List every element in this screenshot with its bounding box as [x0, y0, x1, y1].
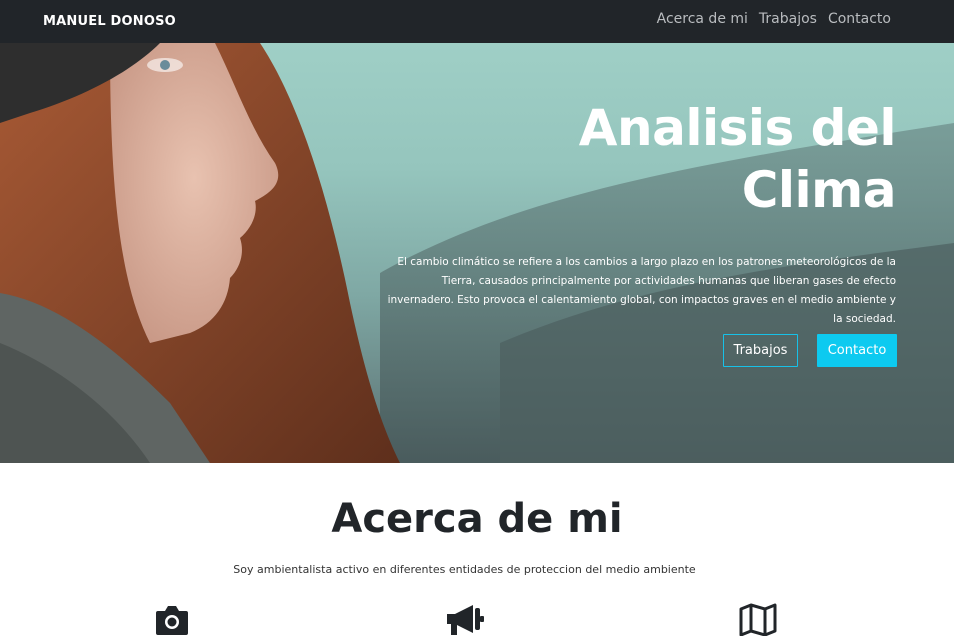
camera-icon — [156, 606, 188, 635]
nav-link-contact[interactable]: Contacto — [828, 11, 891, 27]
hero-section: Analisis del Clima El cambio climático s… — [0, 43, 954, 463]
nav-link-works[interactable]: Trabajos — [759, 11, 817, 27]
about-description: Soy ambientalista activo en diferentes e… — [233, 563, 696, 576]
hero-title-line2: Clima — [741, 161, 897, 219]
about-title: Acerca de mi — [331, 496, 623, 542]
nav-link-about[interactable]: Acerca de mi — [657, 11, 748, 27]
contact-button[interactable]: Contacto — [817, 334, 897, 367]
hero-title-line1: Analisis del — [578, 99, 897, 157]
hero-title: Analisis del Clima — [476, 97, 897, 221]
brand-logo[interactable]: MANUEL DONOSO — [43, 14, 176, 29]
works-button[interactable]: Trabajos — [723, 334, 798, 367]
hero-description: El cambio climático se refiere a los cam… — [387, 256, 896, 325]
navbar: MANUEL DONOSO Acerca de mi Trabajos Cont… — [0, 0, 954, 43]
megaphone-icon — [447, 605, 484, 635]
map-icon — [739, 603, 777, 636]
nav-links: Acerca de mi Trabajos Contacto — [657, 11, 891, 27]
